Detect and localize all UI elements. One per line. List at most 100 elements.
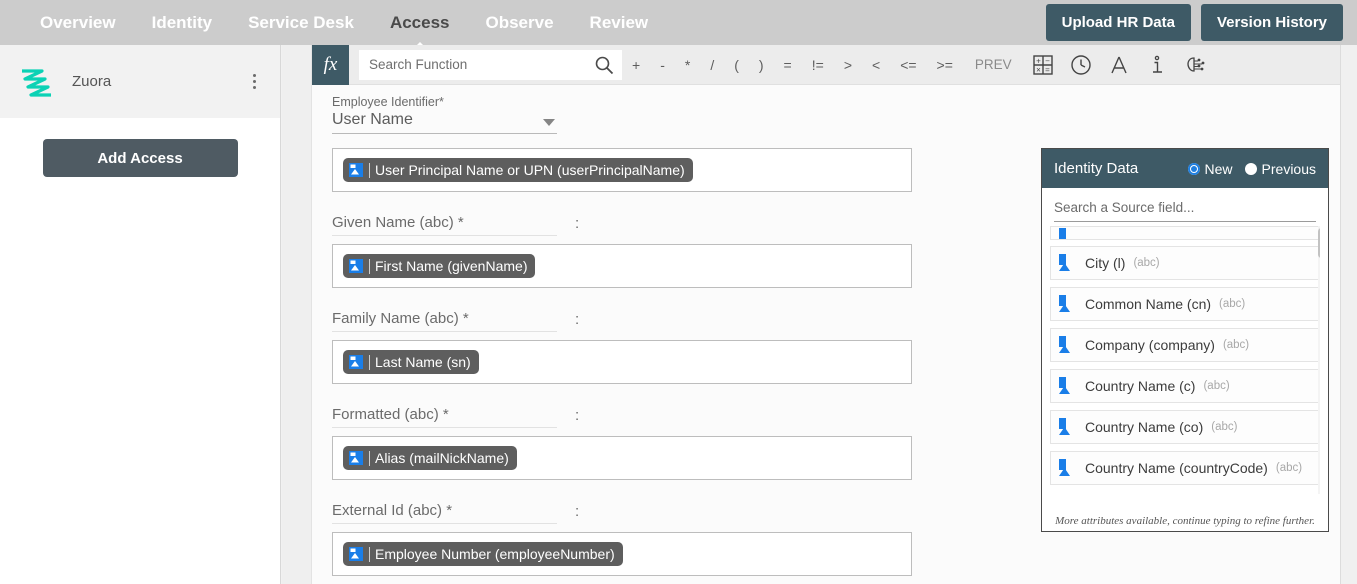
radio-previous-icon[interactable] (1244, 162, 1257, 175)
list-scrollbar-thumb[interactable] (1318, 228, 1320, 258)
version-history-button[interactable]: Version History (1200, 4, 1343, 41)
header-actions: Upload HR Data Version History (1045, 4, 1343, 41)
add-access-container: Add Access (0, 118, 280, 177)
token-chip[interactable]: Employee Number (employeeNumber) (343, 542, 623, 566)
field-label-formatted: Formatted (abc) * (332, 406, 557, 428)
top-navigation-bar: Overview Identity Service Desk Access Ob… (0, 0, 1357, 45)
calculator-icon[interactable]: + − × = (1024, 45, 1062, 85)
nav-item-service-desk[interactable]: Service Desk (230, 0, 372, 45)
list-item[interactable]: Country Name (co) (abc) (1050, 410, 1320, 444)
list-item-type: (abc) (1219, 298, 1246, 310)
token-chip-label: Employee Number (employeeNumber) (375, 546, 615, 562)
sidebar: Zuora Add Access (0, 45, 281, 584)
field-input-formatted[interactable]: Alias (mailNickName) (332, 436, 912, 480)
ai-brain-icon[interactable] (1176, 45, 1214, 85)
operator-greater-equal-button[interactable]: >= (927, 45, 963, 85)
operator-not-equals-button[interactable]: != (802, 45, 834, 85)
employee-identifier-value: User Name (332, 111, 413, 128)
upload-hr-data-button[interactable]: Upload HR Data (1045, 4, 1191, 41)
field-colon: : (575, 407, 580, 424)
list-item-label: Common Name (cn) (1085, 296, 1212, 312)
search-function-input[interactable] (359, 49, 622, 80)
nav-item-identity[interactable]: Identity (134, 0, 230, 45)
list-item[interactable]: Company (company) (abc) (1050, 328, 1320, 362)
token-chip[interactable]: Last Name (sn) (343, 350, 479, 374)
svg-text:×: × (1036, 65, 1041, 74)
source-field-icon (348, 450, 364, 466)
list-item-type: (abc) (1211, 421, 1238, 433)
nav-item-overview[interactable]: Overview (22, 0, 134, 45)
list-item-label: Country Name (co) (1085, 419, 1204, 435)
svg-text:=: = (1045, 65, 1050, 74)
nav-item-review[interactable]: Review (572, 0, 667, 45)
identity-data-title: Identity Data (1054, 160, 1139, 177)
formula-toolbar: fx + - * / ( ) = != > < <= >= PRE (312, 45, 1340, 85)
kebab-menu-icon[interactable] (244, 74, 264, 89)
source-field-icon (1057, 458, 1075, 478)
add-access-button[interactable]: Add Access (42, 139, 238, 177)
more-attributes-hint: More attributes available, continue typi… (1055, 515, 1315, 527)
operator-multiply-button[interactable]: * (675, 45, 700, 85)
application-card[interactable]: Zuora (0, 45, 280, 118)
token-chip[interactable]: User Principal Name or UPN (userPrincipa… (343, 158, 693, 182)
prev-button[interactable]: PREV (963, 45, 1024, 85)
list-item-label: City (l) (1085, 255, 1126, 271)
sidebar-gutter (282, 45, 311, 584)
nav-item-observe[interactable]: Observe (468, 0, 572, 45)
token-chip[interactable]: Alias (mailNickName) (343, 446, 517, 470)
operator-less-equal-button[interactable]: <= (890, 45, 926, 85)
radio-previous-label: Previous (1261, 160, 1316, 177)
source-field-list[interactable]: City (l) (abc) Common Name (cn) (abc) Co… (1050, 226, 1320, 494)
field-input-given-name[interactable]: First Name (givenName) (332, 244, 912, 288)
svg-text:−: − (1045, 56, 1050, 65)
operator-equals-button[interactable]: = (774, 45, 802, 85)
identity-data-header: Identity Data New Previous (1042, 149, 1328, 188)
source-field-search-input[interactable]: Search a Source field... (1054, 200, 1316, 222)
app-root: Overview Identity Service Desk Access Ob… (0, 0, 1357, 584)
operator-minus-button[interactable]: - (650, 45, 675, 85)
list-item-label: Country Name (countryCode) (1085, 460, 1268, 476)
list-item[interactable] (1050, 226, 1320, 240)
radio-new-icon[interactable] (1187, 162, 1200, 175)
source-field-icon (1057, 227, 1075, 239)
field-colon: : (575, 215, 580, 232)
field-input-external-id[interactable]: Employee Number (employeeNumber) (332, 532, 912, 576)
list-item-label: Company (company) (1085, 337, 1215, 353)
field-label-external-id: External Id (abc) * (332, 502, 557, 524)
employee-identifier-select[interactable]: User Name (332, 111, 557, 134)
source-field-icon (1057, 417, 1075, 437)
search-icon[interactable] (594, 55, 614, 80)
clock-icon[interactable] (1062, 45, 1100, 85)
operator-less-than-button[interactable]: < (862, 45, 890, 85)
list-item[interactable]: Country Name (countryCode) (abc) (1050, 451, 1320, 485)
chevron-down-icon[interactable] (543, 119, 555, 126)
list-item[interactable]: Common Name (cn) (abc) (1050, 287, 1320, 321)
info-icon[interactable] (1138, 45, 1176, 85)
function-fx-button[interactable]: fx (312, 45, 349, 85)
operator-divide-button[interactable]: / (700, 45, 724, 85)
list-item-type: (abc) (1275, 462, 1303, 474)
token-chip-label: User Principal Name or UPN (userPrincipa… (375, 162, 685, 178)
field-input-family-name[interactable]: Last Name (sn) (332, 340, 912, 384)
operator-greater-than-button[interactable]: > (834, 45, 862, 85)
token-chip-label: Last Name (sn) (375, 354, 471, 370)
radio-option-previous[interactable]: Previous (1244, 160, 1316, 177)
radio-option-new[interactable]: New (1187, 161, 1233, 177)
list-scrollbar-track[interactable] (1318, 226, 1320, 494)
employee-identifier-group: Employee Identifier* User Name (332, 95, 1340, 134)
nav-item-access[interactable]: Access (372, 0, 468, 45)
field-input-user-principal-name[interactable]: User Principal Name or UPN (userPrincipa… (332, 148, 912, 192)
operator-plus-button[interactable]: + (622, 45, 650, 85)
operator-close-paren-button[interactable]: ) (749, 45, 774, 85)
field-colon: : (575, 311, 580, 328)
list-item[interactable]: Country Name (c) (abc) (1050, 369, 1320, 403)
search-function-field[interactable] (359, 49, 622, 80)
nav-item-list: Overview Identity Service Desk Access Ob… (22, 0, 666, 45)
page-scrollbar[interactable] (1340, 45, 1357, 584)
source-field-icon (348, 258, 364, 274)
list-item[interactable]: City (l) (abc) (1050, 246, 1320, 280)
token-chip[interactable]: First Name (givenName) (343, 254, 536, 278)
text-format-icon[interactable] (1100, 45, 1138, 85)
operator-open-paren-button[interactable]: ( (724, 45, 749, 85)
field-label-family-name: Family Name (abc) * (332, 310, 557, 332)
